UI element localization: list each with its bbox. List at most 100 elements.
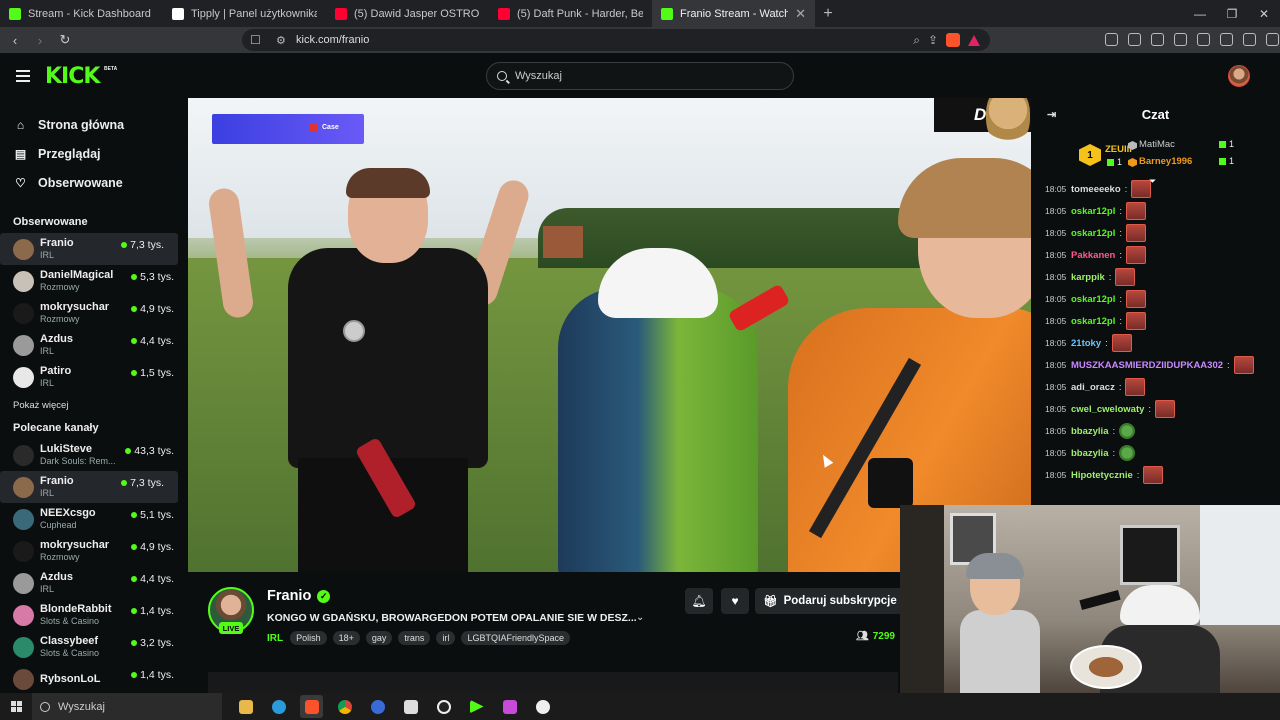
restore-icon[interactable]: ❐ [1216,0,1248,27]
file-explorer-icon[interactable] [234,695,257,718]
channel-item[interactable]: BlondeRabbit Slots & Casino 1,4 tys. [0,599,188,631]
stream-tag[interactable]: trans [398,631,431,645]
chat-message: 18:05 tomeeeeko: [1031,178,1280,200]
brave-rewards-icon[interactable] [968,34,980,46]
message-username[interactable]: bbazylia [1071,426,1109,437]
stream-tag[interactable]: Polish [290,631,327,645]
kick-logo[interactable]: KICK [45,64,100,89]
app-icon[interactable] [399,695,422,718]
message-username[interactable]: karppik [1071,272,1105,283]
message-username[interactable]: tomeeeeko [1071,184,1121,195]
channel-item[interactable]: mokrysuchar Rozmowy 4,9 tys. [0,297,188,329]
leader-name[interactable]: MatiMac [1139,139,1175,150]
channel-item[interactable]: RybsonLoL 1,4 tys. [0,663,188,695]
message-username[interactable]: oskar12pl [1071,206,1115,217]
search-input[interactable]: Wyszukaj [486,62,794,90]
browser-tab[interactable]: Franio Stream - Watch Live on ✕ [652,0,815,27]
menu-icon[interactable] [1266,33,1279,46]
taskbar-search[interactable]: Wyszukaj [32,693,222,720]
message-username[interactable]: oskar12pl [1071,294,1115,305]
bookmark-icon[interactable]: ☐ [250,33,261,47]
nav-item[interactable]: ▤ Przeglądaj [0,139,188,168]
zoom-icon[interactable]: ⌕ [913,33,920,48]
hamburger-menu-icon[interactable] [16,70,30,85]
brave-shields-icon[interactable] [946,33,960,47]
new-tab-button[interactable]: + [815,0,841,27]
message-username[interactable]: Pakkanen [1071,250,1115,261]
collapse-chat-icon[interactable]: ⇥ [1047,108,1056,121]
channel-item[interactable]: DanielMagical Rozmowy 5,3 tys. [0,265,188,297]
user-avatar[interactable] [1228,65,1250,87]
channel-item[interactable]: NEEXcsgo Cuphead 5,1 tys. [0,503,188,535]
app-icon[interactable] [531,695,554,718]
vpn-icon[interactable] [1243,33,1256,46]
message-time: 18:05 [1045,316,1067,326]
ccleaner-icon[interactable] [366,695,389,718]
reload-icon[interactable]: ↻ [55,30,75,50]
close-icon[interactable]: ✕ [1248,0,1280,27]
address-bar[interactable]: ☐ ⚙ kick.com/franio ⌕ ⇪ [242,29,990,51]
forward-icon[interactable]: › [30,30,50,50]
message-username[interactable]: bbazylia [1071,448,1109,459]
channel-item[interactable]: Classybeef Slots & Casino 3,2 tys. [0,631,188,663]
channel-item[interactable]: Franio IRL 7,3 tys. [0,471,178,503]
category-link[interactable]: IRL [267,633,283,644]
message-username[interactable]: oskar12pl [1071,228,1115,239]
person-left [207,138,533,572]
message-username[interactable]: 21toky [1071,338,1101,349]
sidebar-icon[interactable] [1174,33,1187,46]
start-button[interactable] [0,693,32,720]
rank-icon [1128,158,1137,167]
message-username[interactable]: adi_oracz [1071,382,1115,393]
site-info-icon[interactable]: ⚙ [276,34,286,47]
message-username[interactable]: oskar12pl [1071,316,1115,327]
channel-item[interactable]: Azdus IRL 4,4 tys. [0,329,188,361]
chrome-icon[interactable] [333,695,356,718]
channel-item[interactable]: Franio IRL 7,3 tys. [0,233,178,265]
message-username[interactable]: cwel_cwelowaty [1071,404,1144,415]
share-icon[interactable]: ⇪ [928,33,938,47]
message-username[interactable]: MUSZKAASMIERDZIIDUPKAA302 [1071,360,1223,371]
tab-title: Stream - Kick Dashboard [28,7,151,20]
wallet-icon[interactable] [1197,33,1210,46]
leader-name[interactable]: Barney1996 [1139,156,1192,167]
channel-item[interactable]: mokrysuchar Rozmowy 4,9 tys. [0,535,188,567]
browser-tab[interactable]: Stream - Kick Dashboard [0,0,163,27]
gift-subscription-button[interactable]: 🎁︎ Podaruj subskrypcje [755,588,905,614]
stream-tag[interactable]: gay [365,631,393,645]
extension-icon[interactable] [1105,33,1118,46]
stream-tag[interactable]: irl [436,631,456,645]
channel-item[interactable]: LukiSteve Dark Souls: Rem... 43,3 tys. [0,439,188,471]
stream-tag[interactable]: 18+ [332,631,360,645]
stream-tag[interactable]: LGBTQIAFriendlySpace [461,631,570,645]
notification-bell-button[interactable]: 🔔︎ [685,588,713,614]
leader-count: 1 [1107,157,1122,167]
channel-item[interactable]: Azdus IRL 4,4 tys. [0,567,188,599]
show-more-link[interactable]: Pokaż więcej [0,393,188,417]
brave-icon[interactable] [300,695,323,718]
stream-tags: IRL Polish 18+ gay trans irl LGBTQIAFriendlySp… [267,631,570,645]
music-icon[interactable] [1151,33,1164,46]
minimize-icon[interactable]: — [1184,0,1216,27]
emote-icon [1131,180,1152,198]
video-player[interactable]: Case DZ [188,98,1031,572]
message-username[interactable]: Hipotetycznie [1071,470,1133,481]
obs-icon[interactable] [432,695,455,718]
edge-icon[interactable] [267,695,290,718]
browser-tab[interactable]: Tipply | Panel użytkownika [163,0,326,27]
leader-name[interactable]: ZEUIII [1105,144,1132,155]
channel-item[interactable]: Patiro IRL 1,5 tys. [0,361,188,393]
streamer-name[interactable]: Franio [267,588,311,604]
app-icon[interactable] [498,695,521,718]
follow-button[interactable]: ♥ [721,588,749,614]
kick-app-icon[interactable] [465,695,488,718]
chevron-down-icon[interactable]: ⌄ [636,612,644,623]
browser-tab[interactable]: (5) Dawid Jasper OSTRO O BEDOES [326,0,489,27]
extension-icon[interactable] [1220,33,1233,46]
extension-icon[interactable] [1128,33,1141,46]
nav-item[interactable]: ⌂ Strona główna [0,110,188,139]
back-icon[interactable]: ‹ [5,30,25,50]
nav-item[interactable]: ♡ Obserwowane [0,168,188,197]
browser-tab[interactable]: (5) Daft Punk - Harder, Better, Faster [489,0,652,27]
close-tab-icon[interactable]: ✕ [795,6,806,22]
